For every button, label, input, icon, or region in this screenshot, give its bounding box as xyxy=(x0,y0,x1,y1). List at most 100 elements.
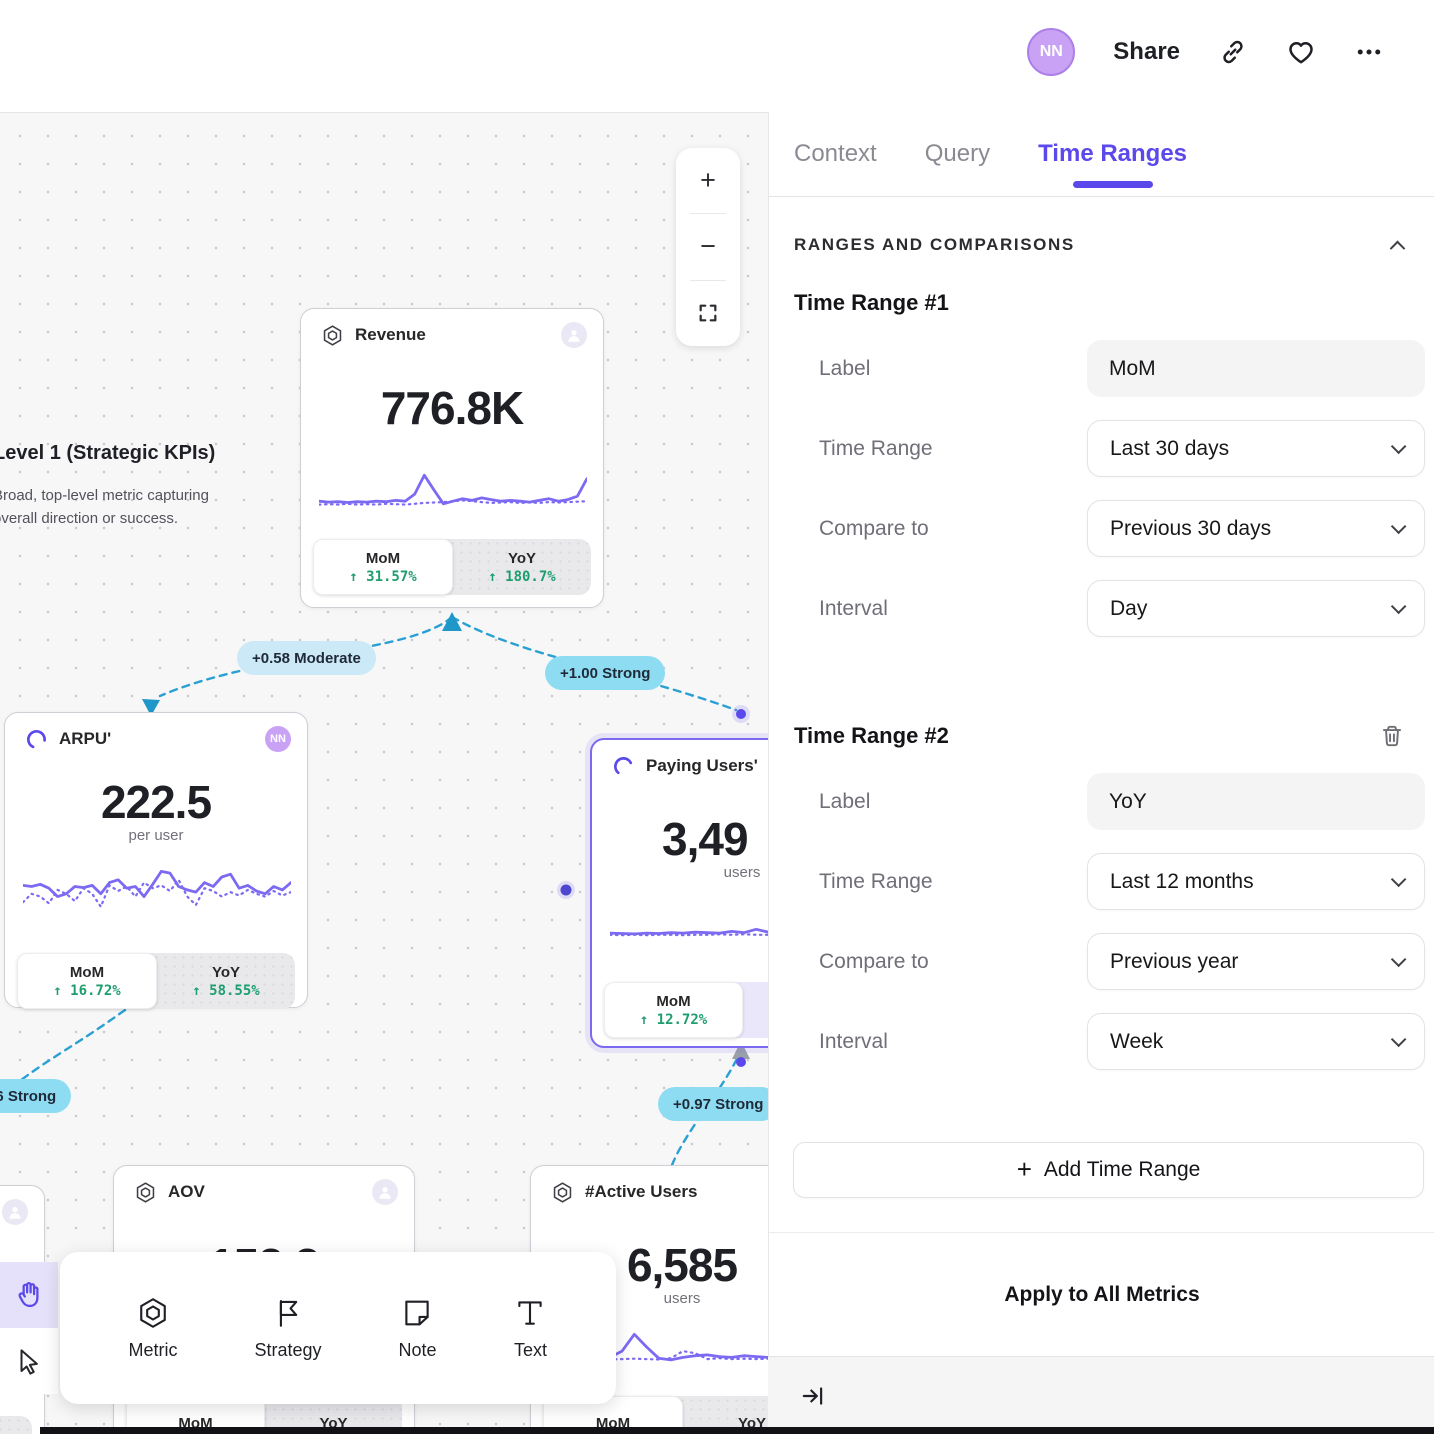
top-bar: NN Share xyxy=(0,0,1434,112)
toggle-yoy[interactable]: YoY ↑ 58.55% xyxy=(157,953,295,1009)
chevron-down-icon xyxy=(1391,599,1407,615)
select-value: Week xyxy=(1110,1030,1163,1054)
label-input-value: YoY xyxy=(1109,790,1147,814)
comparison-toggle xyxy=(0,1416,32,1434)
toggle-yoy[interactable]: YoY ↑ 180.7% xyxy=(453,539,591,595)
copy-link-icon[interactable] xyxy=(1218,37,1248,67)
zoom-controls: + − xyxy=(676,148,740,346)
zoom-out-button[interactable]: − xyxy=(676,214,740,279)
share-button[interactable]: Share xyxy=(1113,38,1180,66)
owner-avatar-icon xyxy=(2,1199,28,1225)
metric-title: #Active Users xyxy=(585,1182,697,1202)
toolbar-item-text[interactable]: Text xyxy=(513,1296,547,1361)
zoom-in-button[interactable]: + xyxy=(676,148,740,213)
metric-hexagon-icon xyxy=(134,1181,157,1204)
comparison-toggle: MoM ↑ 31.57% YoY ↑ 180.7% xyxy=(313,539,591,595)
delete-trash-icon[interactable] xyxy=(1379,723,1405,749)
add-time-range-label: Add Time Range xyxy=(1044,1158,1200,1182)
canvas-toolbar: Metric Strategy Note Text xyxy=(60,1252,616,1404)
metric-value: 776.8K xyxy=(301,381,603,435)
select-value: Day xyxy=(1110,597,1147,621)
chevron-down-icon xyxy=(1391,952,1407,968)
metric-title: AOV xyxy=(168,1182,205,1202)
compare-to-select[interactable]: Previous 30 days xyxy=(1087,500,1425,557)
field-row: Compare to Previous 30 days xyxy=(819,500,1425,557)
toolbar-item-label: Strategy xyxy=(254,1340,321,1361)
metric-card-paying-users[interactable]: Paying Users' 3,49 users MoM ↑ 12.72% xyxy=(590,738,768,1048)
sparkline-chart xyxy=(610,898,768,948)
metric-title: Paying Users' xyxy=(646,756,758,776)
compare-to-select[interactable]: Previous year xyxy=(1087,933,1425,990)
toggle-yoy[interactable] xyxy=(743,982,768,1038)
toolbar-item-note[interactable]: Note xyxy=(398,1296,436,1361)
plus-icon: + xyxy=(700,165,716,196)
toolbar-item-metric[interactable]: Metric xyxy=(128,1296,177,1361)
comparison-toggle: MoM ↑ 12.72% xyxy=(604,982,768,1038)
toggle-mom[interactable]: MoM ↑ 16.72% xyxy=(17,953,157,1009)
label-input[interactable]: YoY xyxy=(1087,773,1425,830)
metric-card-arpu[interactable]: ARPU' NN 222.5 per user MoM ↑ 16.72% YoY… xyxy=(4,712,308,1008)
correlation-value: +0.58 Moderate xyxy=(252,650,361,667)
correlation-value: 66 Strong xyxy=(0,1088,56,1105)
panel-tabs: Context Query Time Ranges xyxy=(769,112,1434,197)
chevron-down-icon xyxy=(1391,1032,1407,1048)
toolbar-item-strategy[interactable]: Strategy xyxy=(254,1296,321,1361)
correlation-badge[interactable]: +0.97 Strong xyxy=(658,1087,768,1121)
toggle-label: MoM xyxy=(70,964,104,981)
chevron-up-icon[interactable] xyxy=(1390,240,1406,256)
correlation-badge[interactable]: +0.58 Moderate xyxy=(237,641,376,675)
metric-tree-canvas[interactable]: +0.58 Moderate +1.00 Strong 66 Strong +0… xyxy=(0,112,768,1434)
collapse-panel-icon[interactable] xyxy=(800,1383,826,1409)
pan-tool-button[interactable] xyxy=(0,1262,58,1328)
select-tool-button[interactable] xyxy=(0,1328,58,1394)
field-row: Interval Day xyxy=(819,580,1425,637)
sparkline-chart xyxy=(319,467,587,517)
correlation-badge[interactable]: +1.00 Strong xyxy=(545,656,665,690)
user-avatar[interactable]: NN xyxy=(1027,28,1075,76)
metric-value: 222.5 xyxy=(5,775,307,829)
label-input-value: MoM xyxy=(1109,357,1156,381)
time-range-1-title: Time Range #1 xyxy=(794,290,949,316)
level-annotation: Level 1 (Strategic KPIs) Broad, top-leve… xyxy=(0,442,243,530)
chevron-down-icon xyxy=(1391,439,1407,455)
time-range-select[interactable]: Last 30 days xyxy=(1087,420,1425,477)
section-header[interactable]: RANGES AND COMPARISONS xyxy=(794,235,1403,255)
field-row: Interval Week xyxy=(819,1013,1425,1070)
fit-view-button[interactable] xyxy=(676,281,740,346)
add-time-range-button[interactable]: + Add Time Range xyxy=(793,1142,1424,1198)
screen-edge-bar xyxy=(40,1427,1434,1434)
select-value: Last 30 days xyxy=(1110,437,1229,461)
favorite-heart-icon[interactable] xyxy=(1286,37,1316,67)
metric-card-revenue[interactable]: Revenue 776.8K MoM ↑ 31.57% YoY ↑ 180.7% xyxy=(300,308,604,608)
toggle-mom[interactable]: MoM ↑ 31.57% xyxy=(313,539,453,595)
field-label: Interval xyxy=(819,1030,1087,1054)
apply-all-metrics-button[interactable]: Apply to All Metrics xyxy=(769,1283,1434,1307)
time-range-select[interactable]: Last 12 months xyxy=(1087,853,1425,910)
toolbar-item-label: Metric xyxy=(128,1340,177,1361)
interval-select[interactable]: Day xyxy=(1087,580,1425,637)
field-label: Interval xyxy=(819,597,1087,621)
sparkline-chart xyxy=(23,859,291,923)
toggle-label: MoM xyxy=(366,550,400,567)
metric-hexagon-icon xyxy=(136,1296,170,1330)
chevron-down-icon xyxy=(1391,872,1407,888)
toggle-delta: ↑ 180.7% xyxy=(488,569,555,585)
field-label: Compare to xyxy=(819,517,1087,541)
canvas-tool-strip xyxy=(0,1262,58,1394)
tab-time-ranges[interactable]: Time Ranges xyxy=(1038,112,1187,196)
metric-title: ARPU' xyxy=(59,729,111,749)
correlation-badge[interactable]: 66 Strong xyxy=(0,1079,71,1113)
tab-context[interactable]: Context xyxy=(794,112,877,196)
select-value: Previous 30 days xyxy=(1110,517,1271,541)
label-input[interactable]: MoM xyxy=(1087,340,1425,397)
plus-icon: + xyxy=(1017,1154,1032,1185)
level-annotation-title: Level 1 (Strategic KPIs) xyxy=(0,442,243,465)
select-value: Previous year xyxy=(1110,950,1238,974)
interval-select[interactable]: Week xyxy=(1087,1013,1425,1070)
tab-query[interactable]: Query xyxy=(925,112,990,196)
field-label: Compare to xyxy=(819,950,1087,974)
field-label: Label xyxy=(819,357,1087,381)
more-options-icon[interactable] xyxy=(1354,37,1384,67)
toggle-mom[interactable]: MoM ↑ 12.72% xyxy=(604,982,743,1038)
toggle-delta: ↑ 58.55% xyxy=(192,983,259,999)
